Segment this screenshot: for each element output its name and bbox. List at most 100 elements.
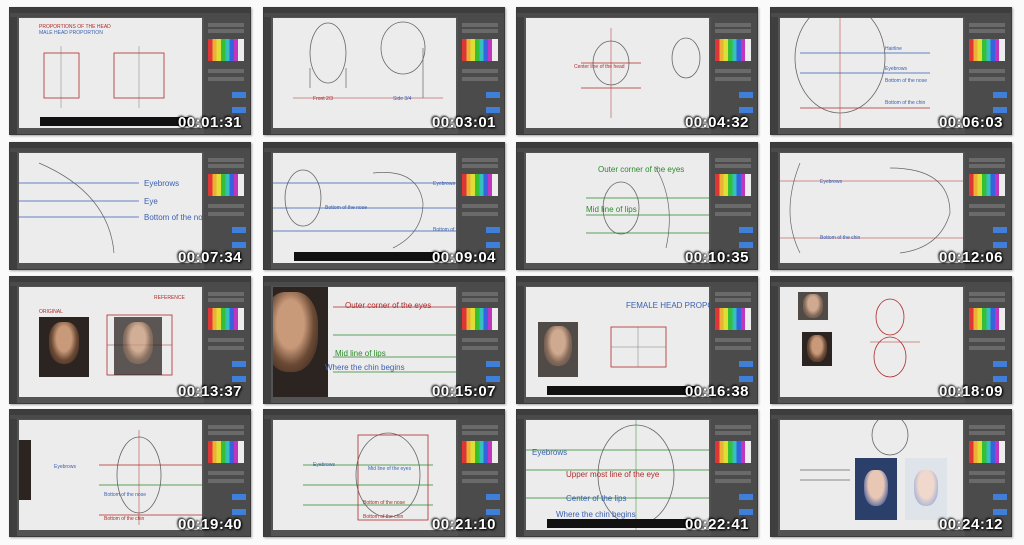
- timestamp: 00:01:31: [177, 114, 242, 131]
- timestamp: 00:04:32: [684, 114, 749, 131]
- timestamp: 00:03:01: [431, 114, 496, 131]
- color-swatches: [462, 174, 498, 196]
- canvas: Eyebrows Bottom of the nose Bottom of the …: [19, 420, 202, 530]
- canvas: [780, 420, 963, 530]
- video-thumbnail[interactable]: Eyebrows Bottom of the nose Bottom of the …: [263, 142, 505, 270]
- color-swatches: [969, 39, 1005, 61]
- portrait-photo: [19, 440, 31, 500]
- color-swatches: [208, 441, 244, 463]
- video-thumbnail[interactable]: Hairline Eyebrows Bottom of the nose Bottom…: [770, 7, 1012, 135]
- annotation-label: Outer corner of the eyes: [345, 301, 432, 310]
- portrait-photo: [273, 287, 328, 397]
- annotation-label: Eyebrows: [532, 448, 568, 457]
- annotation-label: Eyebrows: [313, 462, 335, 468]
- portrait-photo: [798, 292, 828, 320]
- annotation-label: Bottom of the chin: [363, 514, 404, 520]
- tools-panel: [264, 419, 271, 536]
- timestamp: 00:24:12: [938, 516, 1003, 533]
- annotation-label: Bottom of the nose: [363, 500, 405, 506]
- drawing-guides: [293, 21, 443, 99]
- video-thumbnail[interactable]: Eyebrows Mid line of the eyes Bottom of th…: [263, 409, 505, 537]
- subtitle-caption: [547, 386, 697, 395]
- canvas: Eyebrows Bottom of the nose Bottom of the …: [273, 153, 456, 263]
- video-thumbnail[interactable]: Outer corner of the eyes Mid line of lips…: [263, 276, 505, 404]
- color-swatches: [715, 441, 751, 463]
- video-thumbnail[interactable]: Front 2/3 Side 3/4 00:03:01: [263, 7, 505, 135]
- tools-panel: [264, 286, 271, 403]
- tools-panel: [517, 286, 524, 403]
- canvas: ORIGINAL REFERENCE: [19, 287, 202, 397]
- portrait-photo: [802, 332, 832, 366]
- drawing-guides: [99, 430, 202, 525]
- color-swatches: [462, 39, 498, 61]
- annotation-label: Hairline: [885, 46, 902, 52]
- tools-panel: [10, 17, 17, 134]
- subtitle-caption: [40, 117, 190, 126]
- canvas: Outer corner of the eyes Mid line of lips…: [273, 287, 456, 397]
- annotation-label: Front 2/3: [313, 96, 334, 102]
- timestamp: 00:10:35: [684, 249, 749, 266]
- annotation-label: Mid line of the eyes: [368, 466, 412, 472]
- video-thumbnail[interactable]: ORIGINAL REFERENCE 00:13:37: [9, 276, 251, 404]
- annotation-label: Side 3/4: [393, 96, 412, 102]
- annotation-label: Eyebrows: [885, 66, 907, 72]
- tools-panel: [10, 152, 17, 269]
- canvas: Eyebrows Eye Bottom of the nose: [19, 153, 202, 263]
- canvas: Hairline Eyebrows Bottom of the nose Bottom…: [780, 18, 963, 128]
- tools-panel: [264, 152, 271, 269]
- tools-panel: [771, 419, 778, 536]
- timestamp: 00:16:38: [684, 383, 749, 400]
- color-swatches: [715, 174, 751, 196]
- tools-panel: [517, 17, 524, 134]
- tools-panel: [264, 17, 271, 134]
- annotation-label: Bottom of the nose: [104, 492, 146, 498]
- video-thumbnail[interactable]: Eyebrows Bottom of the nose Bottom of the …: [9, 409, 251, 537]
- color-swatches: [715, 308, 751, 330]
- timestamp: 00:22:41: [684, 516, 749, 533]
- video-thumbnail[interactable]: Eyebrows Eye Bottom of the nose 00:07:34: [9, 142, 251, 270]
- color-swatches: [462, 441, 498, 463]
- tools-panel: [771, 286, 778, 403]
- timestamp: 00:15:07: [431, 383, 496, 400]
- tools-panel: [10, 419, 17, 536]
- color-swatches: [208, 39, 244, 61]
- color-swatches: [208, 174, 244, 196]
- annotation-label: Bottom of the chin: [104, 516, 145, 522]
- annotation-label: Eyebrows: [820, 179, 842, 185]
- timestamp: 00:12:06: [938, 249, 1003, 266]
- color-swatches: [462, 308, 498, 330]
- annotation-label: Where the chin begins: [325, 363, 405, 372]
- canvas: Eyebrows Bottom of the chin: [780, 153, 963, 263]
- annotation-label: Eyebrows: [144, 179, 180, 188]
- video-thumbnail[interactable]: Eyebrows Upper most line of the eye Center…: [516, 409, 758, 537]
- annotation-label: Eyebrows: [433, 181, 455, 187]
- portrait-photo: [538, 322, 578, 377]
- timestamp: 00:07:34: [177, 249, 242, 266]
- video-thumbnail[interactable]: Eyebrows Bottom of the chin 00:12:06: [770, 142, 1012, 270]
- video-thumbnail[interactable]: PROPORTIONS OF THE HEAD MALE HEAD PROPORT…: [9, 7, 251, 135]
- annotation-label: Bottom of the nose: [325, 205, 367, 211]
- drawing-guides: [780, 162, 963, 254]
- drawing-guides: [19, 162, 139, 254]
- video-thumbnail[interactable]: Outer corner of the eyes Mid line of lips…: [516, 142, 758, 270]
- video-thumbnail[interactable]: Center line of the head 00:04:32: [516, 7, 758, 135]
- video-thumbnail[interactable]: 00:24:12: [770, 409, 1012, 537]
- annotation-label: MALE HEAD PROPORTION: [39, 30, 103, 36]
- video-thumbnail[interactable]: FEMALE HEAD PROPORTION 00:16:38: [516, 276, 758, 404]
- annotation-label: Eyebrows: [54, 464, 76, 470]
- annotation-label: Bottom of the nose: [885, 78, 927, 84]
- subtitle-caption: [547, 519, 697, 528]
- annotation-label: Outer corner of the eyes: [598, 165, 685, 174]
- annotation-label: Center of the lips: [566, 494, 627, 503]
- portrait-photo: [39, 317, 89, 377]
- canvas: FEMALE HEAD PROPORTION: [526, 287, 709, 397]
- color-swatches: [715, 39, 751, 61]
- canvas: PROPORTIONS OF THE HEAD MALE HEAD PROPORT…: [19, 18, 202, 128]
- annotation-label: Bottom of the chin: [433, 227, 456, 233]
- color-swatches: [208, 308, 244, 330]
- annotation-label: Center line of the head: [574, 64, 625, 70]
- annotation-label: FEMALE HEAD PROPORTION: [626, 301, 709, 310]
- annotation-label: Bottom of the chin: [885, 100, 926, 106]
- timestamp: 00:21:10: [431, 516, 496, 533]
- video-thumbnail[interactable]: 00:18:09: [770, 276, 1012, 404]
